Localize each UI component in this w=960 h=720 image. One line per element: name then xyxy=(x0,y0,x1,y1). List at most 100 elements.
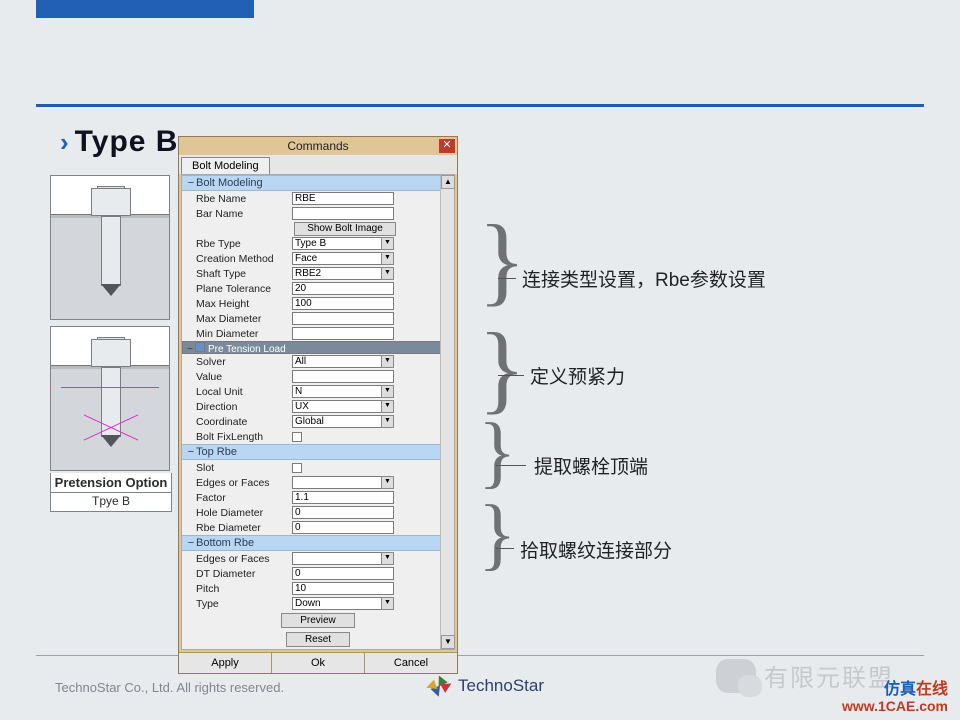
slide-header-tab xyxy=(36,0,254,18)
annotation-2: 定义预紧力 xyxy=(530,362,625,389)
bar-name-label: Bar Name xyxy=(196,208,292,220)
annotation-4: 拾取螺纹连接部分 xyxy=(520,536,672,563)
max-height-label: Max Height xyxy=(196,298,292,310)
annotation-3: 提取螺栓顶端 xyxy=(534,452,648,479)
scroll-up-icon[interactable]: ▲ xyxy=(441,175,455,189)
dropdown-icon[interactable]: ▼ xyxy=(381,400,394,413)
max-diameter-input[interactable] xyxy=(292,312,394,325)
direction-select[interactable]: UX xyxy=(292,400,394,413)
logo-text: TechnoStar xyxy=(458,676,544,696)
dt-diameter-label: DT Diameter xyxy=(196,568,292,580)
ok-button[interactable]: Ok xyxy=(272,653,365,673)
solver-label: Solver xyxy=(196,356,292,368)
wechat-text: 有限元联盟 xyxy=(764,658,894,693)
rbe-diameter-label: Rbe Diameter xyxy=(196,522,292,534)
brace-icon: } xyxy=(478,230,526,290)
commands-dialog: Commands ✕ Bolt Modeling ▲ ▼ −Bolt Model… xyxy=(178,136,458,674)
dropdown-icon[interactable]: ▼ xyxy=(381,476,394,489)
top-edges-select[interactable] xyxy=(292,476,394,489)
value-label: Value xyxy=(196,371,292,383)
bolt-diagram-group: Pretension Option Tpye B xyxy=(50,175,172,512)
local-unit-select[interactable]: N xyxy=(292,385,394,398)
plane-tolerance-input[interactable] xyxy=(292,282,394,295)
dropdown-icon[interactable]: ▼ xyxy=(381,267,394,280)
show-bolt-image-button[interactable]: Show Bolt Image xyxy=(294,222,396,236)
min-diameter-input[interactable] xyxy=(292,327,394,340)
direction-label: Direction xyxy=(196,401,292,413)
min-diameter-label: Min Diameter xyxy=(196,328,292,340)
coordinate-select[interactable]: Global xyxy=(292,415,394,428)
shaft-type-select[interactable]: RBE2 xyxy=(292,267,394,280)
diagram-caption: Pretension Option xyxy=(50,473,172,493)
dropdown-icon[interactable]: ▼ xyxy=(381,415,394,428)
footer-copyright: TechnoStar Co., Ltd. All rights reserved… xyxy=(55,680,284,695)
tab-bolt-modeling[interactable]: Bolt Modeling xyxy=(181,157,270,174)
rbe-name-input[interactable] xyxy=(292,192,394,205)
bar-name-input[interactable] xyxy=(292,207,394,220)
slot-checkbox[interactable] xyxy=(292,463,302,473)
bolt-diagram-bottom xyxy=(50,326,170,471)
brace-icon: } xyxy=(478,510,516,558)
dropdown-icon[interactable]: ▼ xyxy=(381,385,394,398)
value-input[interactable] xyxy=(292,370,394,383)
annotation-1: 连接类型设置，Rbe参数设置 xyxy=(522,265,766,292)
slot-label: Slot xyxy=(196,462,292,474)
dropdown-icon[interactable]: ▼ xyxy=(381,252,394,265)
content-top-rule xyxy=(36,104,924,107)
section-pretension[interactable]: −Pre Tension Load xyxy=(182,341,454,354)
dropdown-icon[interactable]: ▼ xyxy=(381,355,394,368)
dt-diameter-input[interactable] xyxy=(292,567,394,580)
reset-button[interactable]: Reset xyxy=(286,632,350,647)
wechat-icon xyxy=(716,659,756,693)
creation-method-label: Creation Method xyxy=(196,253,292,265)
page-title: Type B xyxy=(75,125,179,159)
section-bolt-modeling[interactable]: −Bolt Modeling xyxy=(182,175,454,191)
rbe-type-select[interactable]: Type B xyxy=(292,237,394,250)
bolt-fixlength-label: Bolt FixLength xyxy=(196,431,292,443)
max-height-input[interactable] xyxy=(292,297,394,310)
section-top-rbe[interactable]: −Top Rbe xyxy=(182,444,454,460)
pitch-input[interactable] xyxy=(292,582,394,595)
diagram-subcaption: Tpye B xyxy=(50,493,172,512)
type-select[interactable]: Down xyxy=(292,597,394,610)
max-diameter-label: Max Diameter xyxy=(196,313,292,325)
close-icon[interactable]: ✕ xyxy=(439,139,455,153)
wechat-watermark: 有限元联盟 xyxy=(716,658,894,693)
brace-icon: } xyxy=(478,428,516,476)
plane-tolerance-label: Plane Tolerance xyxy=(196,283,292,295)
section-bottom-rbe[interactable]: −Bottom Rbe xyxy=(182,535,454,551)
shaft-type-label: Shaft Type xyxy=(196,268,292,280)
hole-diameter-input[interactable] xyxy=(292,506,394,519)
scroll-down-icon[interactable]: ▼ xyxy=(441,635,455,649)
bot-edges-select[interactable] xyxy=(292,552,394,565)
bolt-fixlength-checkbox[interactable] xyxy=(292,432,302,442)
creation-method-select[interactable]: Face xyxy=(292,252,394,265)
factor-input[interactable] xyxy=(292,491,394,504)
logo-icon xyxy=(426,673,452,699)
footer-logo: TechnoStar xyxy=(426,673,544,699)
dropdown-icon[interactable]: ▼ xyxy=(381,552,394,565)
solver-select[interactable]: All xyxy=(292,355,394,368)
arrow-line xyxy=(496,465,526,466)
brand-url: www.1CAE.com xyxy=(842,698,948,714)
type-label: Type xyxy=(196,598,292,610)
dialog-title-text: Commands xyxy=(287,139,348,153)
dialog-titlebar[interactable]: Commands ✕ xyxy=(179,137,457,155)
arrow-line xyxy=(498,375,524,376)
top-edges-label: Edges or Faces xyxy=(196,477,292,489)
brace-icon: } xyxy=(478,338,526,398)
hole-diameter-label: Hole Diameter xyxy=(196,507,292,519)
rbe-name-label: Rbe Name xyxy=(196,193,292,205)
local-unit-label: Local Unit xyxy=(196,386,292,398)
arrow-line xyxy=(496,548,514,549)
dropdown-icon[interactable]: ▼ xyxy=(381,597,394,610)
apply-button[interactable]: Apply xyxy=(179,653,272,673)
factor-label: Factor xyxy=(196,492,292,504)
bot-edges-label: Edges or Faces xyxy=(196,553,292,565)
cancel-button[interactable]: Cancel xyxy=(365,653,457,673)
dropdown-icon[interactable]: ▼ xyxy=(381,237,394,250)
scrollbar[interactable]: ▲ ▼ xyxy=(440,175,454,649)
brand-watermark: 仿真在线 xyxy=(884,675,948,699)
rbe-diameter-input[interactable] xyxy=(292,521,394,534)
preview-button[interactable]: Preview xyxy=(281,613,355,628)
